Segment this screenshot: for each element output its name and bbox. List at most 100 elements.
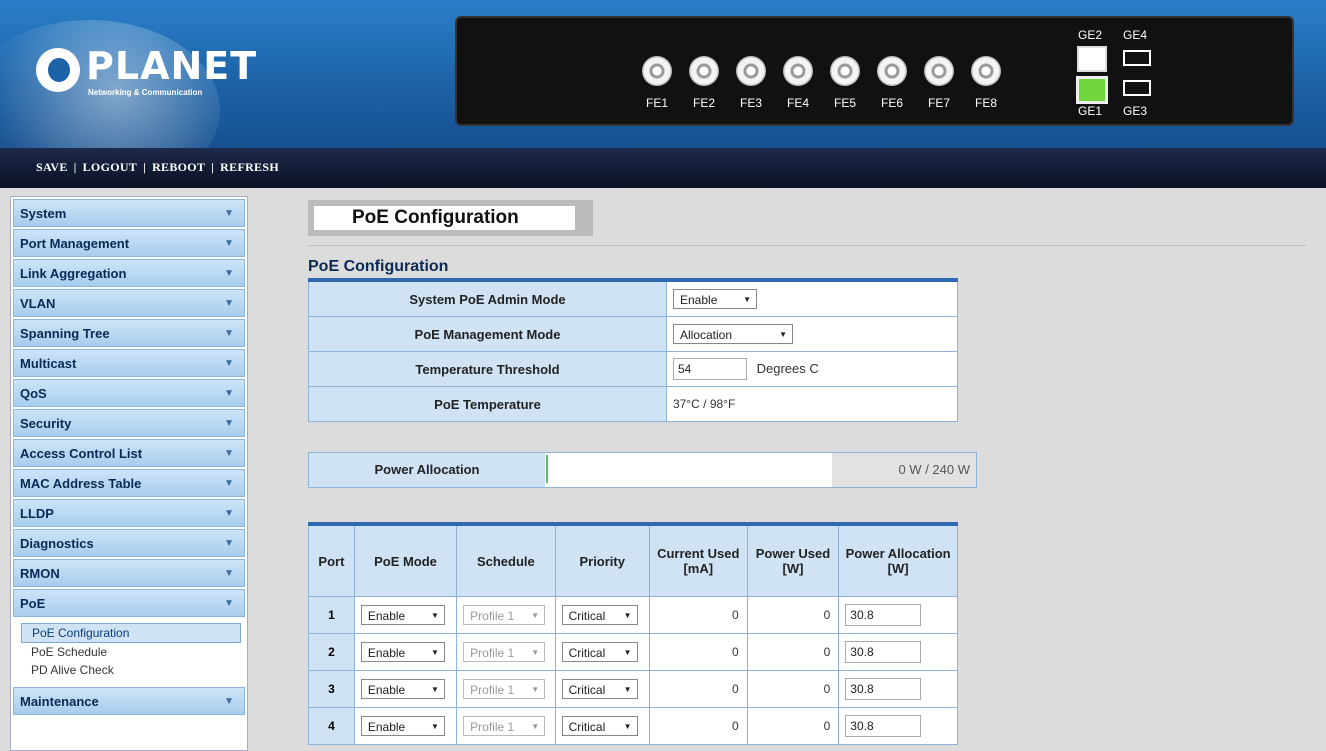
power-allocation-input[interactable]: 30.8 <box>845 604 922 626</box>
sidebar-item-multicast[interactable]: Multicast ▼ <box>13 349 245 377</box>
logo-icon <box>36 48 80 92</box>
title-divider <box>308 245 1306 246</box>
dropdown-arrow-icon: ▼ <box>623 611 632 620</box>
fe3-label: FE3 <box>739 96 762 110</box>
chevron-down-icon: ▼ <box>224 478 234 489</box>
mgmt-mode-cell: Allocation ▼ <box>666 316 958 352</box>
table-header-row: Port PoE Mode Schedule Priority Current … <box>308 523 958 597</box>
ge3-label: GE3 <box>1122 104 1147 118</box>
port-poe-table: Port PoE Mode Schedule Priority Current … <box>308 522 958 745</box>
priority-select[interactable]: Critical ▼ <box>561 679 638 699</box>
fe8-port-icon[interactable] <box>971 56 1001 86</box>
power-used-value: 0 <box>746 670 840 708</box>
sidebar-item-qos[interactable]: QoS ▼ <box>13 379 245 407</box>
save-link[interactable]: SAVE <box>36 160 68 174</box>
power-allocation-label: Power Allocation <box>309 453 545 487</box>
sidebar-item-diagnostics[interactable]: Diagnostics ▼ <box>13 529 245 557</box>
dropdown-arrow-icon: ▼ <box>779 330 787 339</box>
chevron-down-icon: ▼ <box>224 538 234 549</box>
sidebar-item-maintenance[interactable]: Maintenance ▼ <box>13 687 245 715</box>
power-allocation-input[interactable]: 30.8 <box>845 641 922 663</box>
port-number: 2 <box>308 633 355 671</box>
poe-mode-select[interactable]: Enable ▼ <box>360 716 445 736</box>
poe-mode-cell: Enable ▼ <box>353 670 458 708</box>
mgmt-mode-select[interactable]: Allocation ▼ <box>673 324 793 344</box>
refresh-link[interactable]: REFRESH <box>220 160 279 174</box>
sidebar-item-poe[interactable]: PoE ▼ <box>13 589 245 617</box>
sidebar-item-rmon[interactable]: RMON ▼ <box>13 559 245 587</box>
logo-name: PLANET <box>86 44 258 88</box>
sidebar-item-spanning-tree[interactable]: Spanning Tree ▼ <box>13 319 245 347</box>
schedule-select[interactable]: Profile 1 ▼ <box>463 605 546 625</box>
dropdown-arrow-icon: ▼ <box>430 611 439 620</box>
sidebar-subitem-poe-configuration[interactable]: PoE Configuration <box>21 623 241 643</box>
dropdown-arrow-icon: ▼ <box>531 685 540 694</box>
fe6-label: FE6 <box>880 96 903 110</box>
current-used-value: 0 <box>648 670 748 708</box>
sidebar-item-port-management[interactable]: Port Management ▼ <box>13 229 245 257</box>
priority-cell: Critical ▼ <box>554 596 650 634</box>
schedule-select[interactable]: Profile 1 ▼ <box>463 716 546 736</box>
sidebar-subitem-poe-schedule[interactable]: PoE Schedule <box>21 643 247 661</box>
power-allocation-cell: 30.8 <box>838 707 958 745</box>
poe-mode-select[interactable]: Enable ▼ <box>360 605 445 625</box>
admin-mode-select[interactable]: Enable ▼ <box>673 289 757 309</box>
power-allocation-input[interactable]: 30.8 <box>845 678 922 700</box>
fe2-label: FE2 <box>692 96 715 110</box>
fe2-port-icon[interactable] <box>689 56 719 86</box>
temp-threshold-input[interactable]: 54 <box>673 358 747 380</box>
select-value: Critical <box>568 609 606 623</box>
sidebar-item-security[interactable]: Security ▼ <box>13 409 245 437</box>
logout-link[interactable]: LOGOUT <box>83 160 137 174</box>
dropdown-arrow-icon: ▼ <box>623 648 632 657</box>
fe4-port-icon[interactable] <box>783 56 813 86</box>
power-allocation-input[interactable]: 30.8 <box>845 715 922 737</box>
schedule-select[interactable]: Profile 1 ▼ <box>463 679 546 699</box>
port-number: 1 <box>308 596 355 634</box>
priority-select[interactable]: Critical ▼ <box>561 716 638 736</box>
schedule-cell: Profile 1 ▼ <box>456 633 556 671</box>
ge2-port-icon[interactable] <box>1077 46 1107 72</box>
sidebar-item-vlan[interactable]: VLAN ▼ <box>13 289 245 317</box>
priority-select[interactable]: Critical ▼ <box>561 605 638 625</box>
select-value: Enable <box>367 609 406 623</box>
ge1-port-icon[interactable] <box>1076 76 1108 104</box>
sidebar-item-mac-address-table[interactable]: MAC Address Table ▼ <box>13 469 245 497</box>
table-row: 2 Enable ▼ Profile 1 ▼ Critical ▼ 0 0 30.8 <box>308 633 958 671</box>
poe-mode-cell: Enable ▼ <box>353 707 458 745</box>
reboot-link[interactable]: REBOOT <box>152 160 205 174</box>
sidebar-item-access-control-list[interactable]: Access Control List ▼ <box>13 439 245 467</box>
poe-submenu: PoE Configuration PoE Schedule PD Alive … <box>11 617 247 685</box>
ge4-port-icon[interactable] <box>1123 50 1151 66</box>
fe1-port-icon[interactable] <box>642 56 672 86</box>
fe7-port-icon[interactable] <box>924 56 954 86</box>
chevron-down-icon: ▼ <box>224 696 234 707</box>
sidebar-item-system[interactable]: System ▼ <box>13 199 245 227</box>
admin-mode-cell: Enable ▼ <box>666 279 958 317</box>
chevron-down-icon: ▼ <box>224 268 234 279</box>
poe-config-table: System PoE Admin Mode Enable ▼ PoE Manage… <box>308 278 958 422</box>
priority-select[interactable]: Critical ▼ <box>561 642 638 662</box>
fe6-port-icon[interactable] <box>877 56 907 86</box>
temp-threshold-cell: 54 Degrees C <box>666 351 958 387</box>
power-used-value: 0 <box>746 633 840 671</box>
sidebar-item-label: System <box>20 206 67 221</box>
select-value: Profile 1 <box>470 646 515 660</box>
sidebar-item-lldp[interactable]: LLDP ▼ <box>13 499 245 527</box>
ge3-port-icon[interactable] <box>1123 80 1151 96</box>
fe3-port-icon[interactable] <box>736 56 766 86</box>
sidebar-subitem-pd-alive-check[interactable]: PD Alive Check <box>21 661 247 679</box>
sidebar-item-label: Diagnostics <box>20 536 94 551</box>
col-header-schedule: Schedule <box>456 523 556 597</box>
chevron-down-icon: ▼ <box>224 298 234 309</box>
sidebar-item-label: Access Control List <box>20 446 143 461</box>
separator: | <box>143 160 147 174</box>
table-row: Temperature Threshold 54 Degrees C <box>308 351 958 387</box>
chevron-down-icon: ▼ <box>224 238 234 249</box>
poe-mode-select[interactable]: Enable ▼ <box>360 642 445 662</box>
power-allocation-cell: 30.8 <box>838 633 958 671</box>
poe-mode-select[interactable]: Enable ▼ <box>360 679 445 699</box>
sidebar-item-link-aggregation[interactable]: Link Aggregation ▼ <box>13 259 245 287</box>
fe5-port-icon[interactable] <box>830 56 860 86</box>
schedule-select[interactable]: Profile 1 ▼ <box>463 642 546 662</box>
